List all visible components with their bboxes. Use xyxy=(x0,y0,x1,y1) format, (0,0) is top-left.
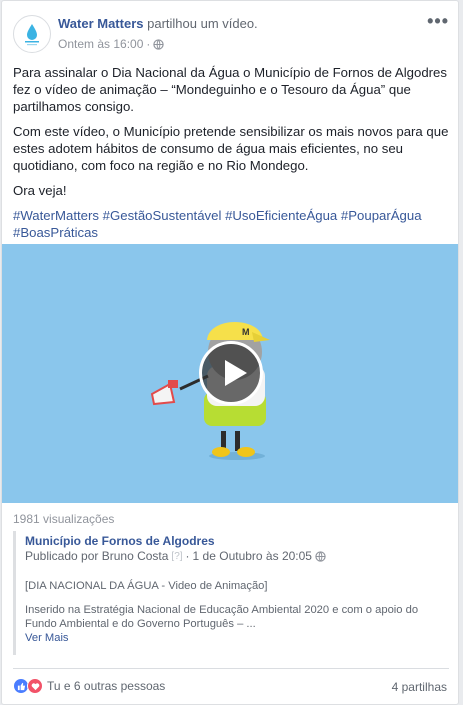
help-marker[interactable]: [?] xyxy=(171,549,182,564)
reactions-summary[interactable]: Tu e 6 outras pessoas xyxy=(13,678,165,694)
reactions-text[interactable]: Tu e 6 outras pessoas xyxy=(47,678,165,694)
post-text: Para assinalar o Dia Nacional da Água o … xyxy=(13,64,449,249)
post-paragraph-3: Ora veja! xyxy=(13,183,67,198)
divider xyxy=(13,668,449,669)
author-line: Water Matters partilhou um vídeo. xyxy=(58,16,258,32)
water-matters-logo xyxy=(25,24,39,46)
post-footer: Tu e 6 outras pessoas 4 partilhas xyxy=(13,678,449,696)
page-avatar[interactable] xyxy=(13,15,51,53)
post-card: Water Matters partilhou um vídeo. Ontem … xyxy=(1,0,459,705)
view-count: 1981 visualizações xyxy=(13,512,115,526)
published-by[interactable]: Publicado por Bruno Costa xyxy=(25,549,168,564)
more-options-icon[interactable]: ••• xyxy=(427,12,449,30)
post-header: Water Matters partilhou um vídeo. Ontem … xyxy=(13,12,449,56)
shares-count[interactable]: 4 partilhas xyxy=(392,679,447,695)
shared-publish-line: Publicado por Bruno Costa [?] · 1 de Out… xyxy=(25,549,449,564)
see-more-link[interactable]: Ver Mais xyxy=(25,631,449,645)
post-paragraph-2: Com este vídeo, o Município pretende sen… xyxy=(13,124,449,173)
love-icon xyxy=(27,678,43,694)
globe-icon[interactable] xyxy=(153,38,165,50)
post-time[interactable]: Ontem às 16:00 xyxy=(58,36,143,52)
shared-video-title: [DIA NACIONAL DA ÁGUA - Video de Animaçã… xyxy=(25,580,268,592)
publish-separator: · xyxy=(185,549,190,563)
author-name[interactable]: Water Matters xyxy=(58,16,143,31)
shared-page-name[interactable]: Município de Fornos de Algodres xyxy=(25,534,449,549)
meta-separator: · xyxy=(146,37,151,51)
svg-text:M: M xyxy=(242,327,250,337)
post-hashtags[interactable]: #WaterMatters #GestãoSustentável #UsoEfi… xyxy=(13,207,449,241)
globe-icon[interactable] xyxy=(315,551,326,562)
post-paragraph-1: Para assinalar o Dia Nacional da Água o … xyxy=(13,65,447,114)
shared-post: Município de Fornos de Algodres Publicad… xyxy=(13,531,449,655)
video-player[interactable]: M xyxy=(2,244,458,503)
play-icon[interactable] xyxy=(199,341,263,405)
shared-description: Inserido na Estratégia Nacional de Educa… xyxy=(25,604,419,630)
post-meta: Ontem às 16:00 · xyxy=(58,36,165,52)
shared-date[interactable]: 1 de Outubro às 20:05 xyxy=(193,549,312,564)
post-action: partilhou um vídeo. xyxy=(147,16,258,31)
